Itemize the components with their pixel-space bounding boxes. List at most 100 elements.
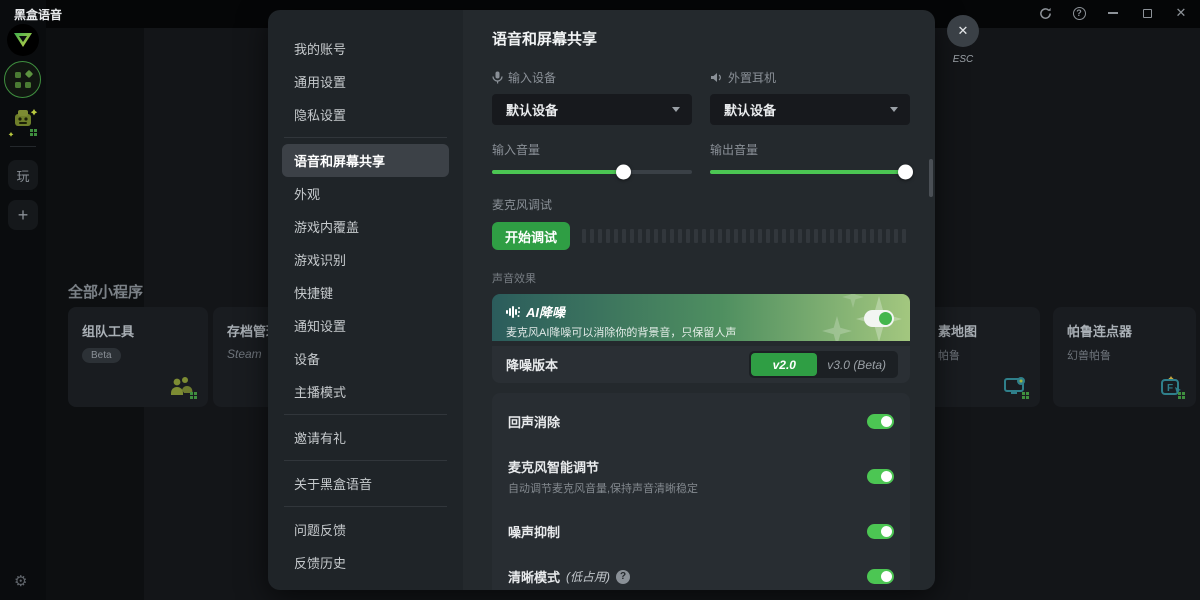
slider-thumb[interactable] bbox=[898, 165, 913, 180]
clear-mode-row: 清晰模式 (低占用) ? bbox=[508, 554, 894, 590]
input-volume-label: 输入音量 bbox=[492, 141, 692, 158]
clear-mode-label: 清晰模式 (低占用) ? bbox=[508, 567, 630, 586]
meter-bar bbox=[686, 229, 690, 243]
miniapp-card-team[interactable]: 组队工具 Beta bbox=[68, 307, 208, 407]
version-option-v3[interactable]: v3.0 (Beta) bbox=[817, 353, 896, 376]
close-icon[interactable]: ✕ bbox=[947, 15, 979, 47]
echo-cancel-label: 回声消除 bbox=[508, 412, 560, 431]
slider-thumb[interactable] bbox=[616, 165, 631, 180]
noise-suppression-toggle[interactable] bbox=[867, 524, 894, 539]
clear-mode-suffix: (低占用) bbox=[566, 568, 610, 585]
app-logo-icon[interactable] bbox=[7, 24, 39, 56]
input-device-value: 默认设备 bbox=[506, 100, 558, 119]
echo-cancel-toggle[interactable] bbox=[867, 414, 894, 429]
esc-label: ESC bbox=[947, 54, 979, 65]
settings-gear-icon[interactable]: ⚙ bbox=[14, 572, 27, 590]
ai-noise-reduction-toggle[interactable] bbox=[864, 310, 894, 327]
close-window-icon[interactable]: ✕ bbox=[1172, 4, 1190, 22]
output-device-select[interactable]: 默认设备 bbox=[710, 94, 910, 125]
smart-mic-toggle[interactable] bbox=[867, 469, 894, 484]
nav-item-streamer-mode[interactable]: 主播模式 bbox=[282, 375, 449, 408]
nav-item-privacy[interactable]: 隐私设置 bbox=[282, 98, 449, 131]
input-device-label-row: 输入设备 bbox=[492, 69, 692, 86]
help-circle-icon[interactable]: ? bbox=[616, 570, 630, 584]
team-icon bbox=[168, 375, 198, 399]
nav-divider bbox=[284, 460, 447, 461]
beta-badge: Beta bbox=[82, 348, 121, 363]
chevron-down-icon bbox=[672, 107, 680, 112]
clear-mode-toggle[interactable] bbox=[867, 569, 894, 584]
meter-bar bbox=[646, 229, 650, 243]
card-subtitle: 幻兽帕鲁 bbox=[1067, 347, 1196, 363]
meter-bar bbox=[830, 229, 834, 243]
voice-effect-toggles-card: 回声消除 麦克风智能调节 自动调节麦克风音量,保持声音清晰稳定 噪声抑制 清晰模… bbox=[492, 393, 910, 590]
nav-item-notifications[interactable]: 通知设置 bbox=[282, 309, 449, 342]
meter-bar bbox=[878, 229, 882, 243]
meter-bar bbox=[758, 229, 762, 243]
meter-bar bbox=[774, 229, 778, 243]
miniapp-card-clicker[interactable]: 帕鲁连点器 幻兽帕鲁 F bbox=[1053, 307, 1196, 407]
svg-text:F: F bbox=[1167, 383, 1173, 394]
app-launcher-button[interactable] bbox=[4, 61, 41, 98]
add-button[interactable]: + bbox=[8, 200, 38, 230]
microphone-icon bbox=[492, 71, 503, 84]
settings-modal: 我的账号 通用设置 隐私设置 语音和屏幕共享 外观 游戏内覆盖 游戏识别 快捷键… bbox=[268, 10, 935, 590]
nav-item-feedback[interactable]: 问题反馈 bbox=[282, 513, 449, 546]
meter-bar bbox=[598, 229, 602, 243]
meter-bar bbox=[726, 229, 730, 243]
card-subtitle: 帕鲁 bbox=[938, 347, 1040, 363]
output-device-label-row: 外置耳机 bbox=[710, 69, 910, 86]
meter-bar bbox=[894, 229, 898, 243]
refresh-icon[interactable] bbox=[1036, 4, 1054, 22]
nav-item-general[interactable]: 通用设置 bbox=[282, 65, 449, 98]
mic-test-label: 麦克风调试 bbox=[492, 196, 910, 213]
play-button[interactable]: 玩 bbox=[8, 160, 38, 190]
clear-mode-text: 清晰模式 bbox=[508, 567, 560, 586]
noise-version-segmented-control: v2.0 v3.0 (Beta) bbox=[749, 351, 898, 378]
input-device-select[interactable]: 默认设备 bbox=[492, 94, 692, 125]
nav-item-hotkeys[interactable]: 快捷键 bbox=[282, 276, 449, 309]
input-volume-slider[interactable] bbox=[492, 170, 692, 174]
noise-version-label: 降噪版本 bbox=[506, 355, 558, 374]
start-mic-test-button[interactable]: 开始调试 bbox=[492, 222, 570, 250]
version-option-v2[interactable]: v2.0 bbox=[751, 353, 817, 376]
clicker-icon: F bbox=[1160, 375, 1186, 399]
meter-bar bbox=[870, 229, 874, 243]
mic-level-meter bbox=[582, 229, 910, 243]
meter-bar bbox=[606, 229, 610, 243]
nav-item-voice-screen-share[interactable]: 语音和屏幕共享 bbox=[282, 144, 449, 177]
meter-bar bbox=[782, 229, 786, 243]
nav-item-game-detection[interactable]: 游戏识别 bbox=[282, 243, 449, 276]
nav-item-devices[interactable]: 设备 bbox=[282, 342, 449, 375]
meter-bar bbox=[790, 229, 794, 243]
maximize-icon[interactable] bbox=[1138, 4, 1156, 22]
nav-item-ingame-overlay[interactable]: 游戏内覆盖 bbox=[282, 210, 449, 243]
ai-banner-title: AI降噪 bbox=[526, 302, 565, 321]
game-tools-icon[interactable] bbox=[8, 106, 38, 138]
meter-bar bbox=[630, 229, 634, 243]
output-device-value: 默认设备 bbox=[724, 100, 776, 119]
nav-item-appearance[interactable]: 外观 bbox=[282, 177, 449, 210]
chevron-down-icon bbox=[890, 107, 898, 112]
nav-divider bbox=[284, 137, 447, 138]
meter-bar bbox=[622, 229, 626, 243]
output-device-label: 外置耳机 bbox=[728, 69, 776, 86]
output-volume-slider[interactable] bbox=[710, 170, 910, 174]
smart-mic-row: 麦克风智能调节 自动调节麦克风音量,保持声音清晰稳定 bbox=[508, 444, 894, 509]
sound-effects-section-label: 声音效果 bbox=[492, 270, 910, 286]
nav-divider bbox=[284, 414, 447, 415]
help-icon[interactable]: ? bbox=[1070, 4, 1088, 22]
meter-bar bbox=[582, 229, 586, 243]
meter-bar bbox=[734, 229, 738, 243]
echo-cancel-row: 回声消除 bbox=[508, 399, 894, 444]
scrollbar-thumb[interactable] bbox=[929, 159, 933, 197]
nav-item-about[interactable]: 关于黑盒语音 bbox=[282, 467, 449, 500]
meter-bar bbox=[750, 229, 754, 243]
nav-item-invite[interactable]: 邀请有礼 bbox=[282, 421, 449, 454]
nav-item-feedback-history[interactable]: 反馈历史 bbox=[282, 546, 449, 579]
settings-content: 语音和屏幕共享 输入设备 默认设备 bbox=[463, 10, 935, 590]
meter-bar bbox=[862, 229, 866, 243]
nav-item-my-account[interactable]: 我的账号 bbox=[282, 32, 449, 65]
window-controls: ? ✕ bbox=[1036, 4, 1190, 22]
minimize-icon[interactable] bbox=[1104, 4, 1122, 22]
